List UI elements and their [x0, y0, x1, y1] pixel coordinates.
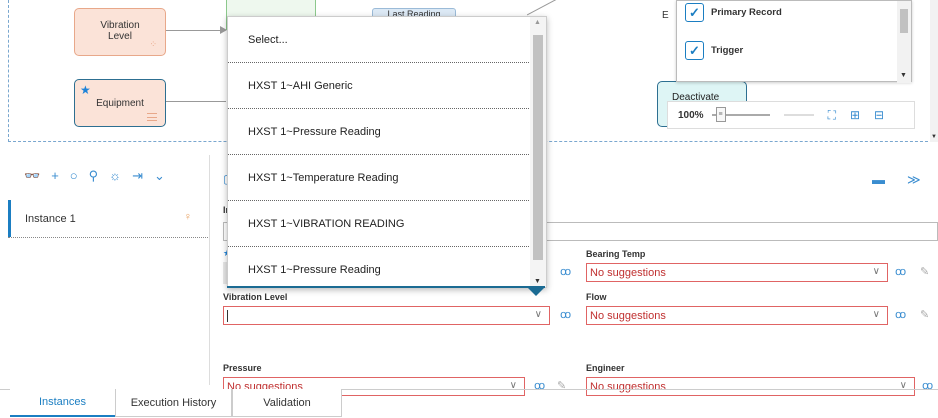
tab-label: Validation [263, 396, 311, 409]
binoculars-icon[interactable]: ꝏ [922, 379, 933, 392]
checkbox-checked-icon[interactable]: ✓ [685, 41, 704, 60]
field-value: No suggestions [590, 266, 666, 279]
binoculars-icon[interactable]: ꝏ [895, 308, 906, 321]
window-icon[interactable]: ▬ [872, 172, 885, 188]
node-label: Vibration Level [100, 20, 140, 42]
detail-toolbar: ▬ ≫ [872, 172, 921, 188]
node-equipment[interactable]: ★ Equipment [74, 79, 166, 127]
dropdown-option[interactable]: Select... [228, 17, 531, 63]
dropdown-scrollbar[interactable]: ▲ ▼ [530, 17, 546, 287]
zoom-control: 100% ≡ ⛶ ⊞ ⊟ [667, 101, 915, 129]
scroll-down-icon[interactable]: ▼ [931, 134, 937, 140]
zoom-level: 100% [678, 109, 704, 121]
chevron-down-icon[interactable]: ⌄ [154, 168, 165, 184]
binoculars-icon[interactable]: ꝏ [560, 308, 571, 321]
pencil-icon[interactable]: ✎ [557, 379, 566, 392]
datasource-dropdown-menu: Select... HXST 1~AHI Generic HXST 1~Pres… [227, 16, 547, 288]
dropdown-option[interactable]: HXST 1~VIBRATION READING [228, 201, 531, 247]
binoculars-icon[interactable]: 👓 [24, 168, 40, 184]
fit-to-screen-icon[interactable]: ⛶ [828, 108, 836, 123]
options-panel: ✓ Primary Record ✓ Trigger ▼ [676, 0, 912, 83]
tab-instances[interactable]: Instances [10, 389, 115, 417]
scroll-down-icon[interactable]: ▼ [534, 278, 541, 285]
dropdown-anchor-line [227, 286, 545, 288]
checkbox-label: Primary Record [711, 7, 782, 18]
chevron-down-icon[interactable]: ∨ [873, 266, 880, 277]
list-icon [147, 113, 157, 121]
node-label: Equipment [96, 98, 144, 109]
panel-fragment-label: E [662, 10, 669, 21]
checkbox-checked-icon[interactable]: ✓ [685, 3, 704, 22]
canvas-border-left [8, 0, 9, 142]
checkbox-row-primary-record[interactable]: ✓ Primary Record [685, 3, 782, 22]
dropdown-option[interactable]: HXST 1~AHI Generic [228, 63, 531, 109]
pencil-icon[interactable]: ✎ [920, 308, 929, 321]
text-cursor [227, 309, 228, 322]
pencil-icon[interactable]: ✎ [920, 265, 929, 278]
zoom-track-rest [783, 114, 814, 116]
dropdown-option[interactable]: HXST 1~Temperature Reading [228, 155, 531, 201]
connector-line [166, 30, 222, 31]
tab-label: Instances [38, 396, 87, 408]
dropdown-options: Select... HXST 1~AHI Generic HXST 1~Pres… [228, 17, 531, 287]
checkbox-row-trigger[interactable]: ✓ Trigger [685, 41, 743, 60]
instances-toolbar: 👓 + ○ ⚲ ☼ ⇥ ⌄ [24, 168, 165, 184]
field-value: No suggestions [590, 309, 666, 322]
divider [8, 237, 208, 238]
field-label-vibration-level: Vibration Level [223, 292, 288, 302]
canvas-scrollbar[interactable]: ▼ [930, 0, 938, 142]
field-label-bearing-temp: Bearing Temp [586, 249, 646, 259]
binoculars-icon[interactable]: ꝏ [560, 265, 571, 278]
dropdown-option[interactable]: HXST 1~Pressure Reading [228, 109, 531, 155]
chevron-down-icon[interactable]: ∨ [535, 309, 542, 320]
bearing-temp-field[interactable]: No suggestions ∨ [586, 263, 888, 282]
bulb-off-icon[interactable]: ⚲ [89, 168, 99, 184]
ellipse-icon[interactable]: ○ [70, 168, 78, 184]
zoom-slider[interactable]: ≡ [711, 107, 770, 122]
bulb-settings-icon[interactable]: ☼ [109, 168, 121, 184]
field-value: No suggestions [590, 380, 666, 393]
connector-line [166, 101, 226, 102]
tab-execution-history[interactable]: Execution History [115, 389, 232, 417]
layout-icon[interactable]: ⊟ [874, 108, 884, 122]
instance-list-item[interactable]: Instance 1 ♀ [8, 200, 208, 237]
instance-label: Instance 1 [25, 212, 76, 225]
instances-pane [8, 155, 210, 385]
plus-icon[interactable]: + [51, 168, 59, 184]
flow-field[interactable]: No suggestions ∨ [586, 306, 888, 325]
binoculars-icon[interactable]: ꝏ [534, 379, 545, 392]
panel-scrollbar[interactable]: ▼ [897, 1, 911, 83]
dropdown-pointer-icon [527, 287, 545, 296]
connector-line [526, 0, 560, 16]
star-icon: ★ [80, 83, 91, 97]
export-icon[interactable]: ⇥ [132, 168, 143, 184]
grid-view-icon[interactable]: ⊞ [850, 108, 860, 122]
collapse-icon[interactable]: ≫ [907, 172, 921, 188]
scrollbar-thumb[interactable] [533, 35, 543, 260]
dropdown-option[interactable]: HXST 1~Pressure Reading [228, 247, 531, 287]
tab-validation[interactable]: Validation [232, 389, 342, 417]
scroll-up-icon[interactable]: ▲ [534, 19, 541, 26]
scroll-down-icon[interactable]: ▼ [900, 72, 907, 79]
tab-label: Execution History [130, 396, 217, 409]
engineer-field[interactable]: No suggestions ∨ [586, 377, 915, 396]
zoom-slider-handle[interactable]: ≡ [715, 107, 726, 122]
bulb-icon: ♀ [183, 211, 192, 223]
field-label-pressure: Pressure [223, 363, 262, 373]
node-vibration-level[interactable]: Vibration Level ⁘ [74, 8, 166, 56]
grid-icon: ⁘ [149, 39, 157, 49]
scrollbar-thumb[interactable] [900, 9, 908, 33]
field-label-flow: Flow [586, 292, 607, 302]
vibration-level-field[interactable]: ∨ [223, 306, 550, 325]
binoculars-icon[interactable]: ꝏ [895, 265, 906, 278]
field-label-engineer: Engineer [586, 363, 625, 373]
chevron-down-icon[interactable]: ∨ [873, 309, 880, 320]
checkbox-label: Trigger [711, 45, 744, 56]
